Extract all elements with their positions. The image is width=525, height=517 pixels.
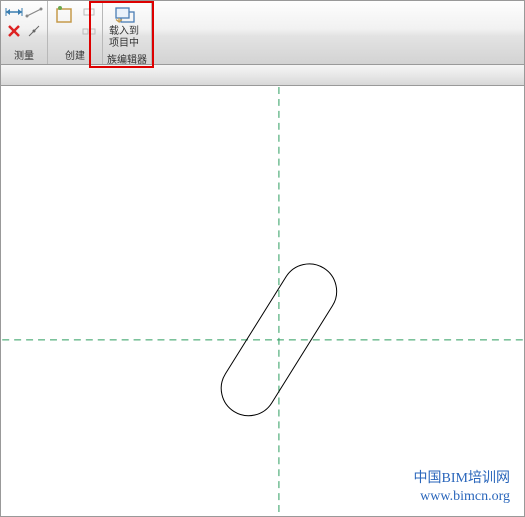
point-icon[interactable] bbox=[25, 22, 43, 40]
drawing-canvas[interactable] bbox=[2, 87, 523, 515]
load-project-icon bbox=[113, 5, 135, 25]
viewport-svg bbox=[2, 87, 523, 515]
separator-bar bbox=[1, 65, 524, 86]
delete-icon[interactable] bbox=[5, 22, 23, 40]
group-label-measure: 测量 bbox=[5, 47, 43, 64]
measure-line-icon[interactable] bbox=[25, 3, 43, 21]
ribbon-group-create: 创建 bbox=[48, 1, 103, 64]
create-button[interactable] bbox=[52, 3, 78, 27]
load-label-2: 项目中 bbox=[109, 38, 139, 49]
ribbon-toolbar: 测量 创建 bbox=[1, 1, 524, 65]
small-tool-1-icon[interactable] bbox=[80, 3, 98, 21]
group-label-family: 族编辑器 bbox=[107, 51, 147, 68]
create-icon bbox=[54, 5, 76, 25]
watermark: 中国BIM培训网 www.bimcn.org bbox=[414, 470, 510, 506]
load-into-project-button[interactable]: 载入到 项目中 bbox=[107, 3, 141, 51]
ribbon-group-measure: 测量 bbox=[1, 1, 48, 64]
group-label-create: 创建 bbox=[52, 47, 98, 64]
ribbon-group-family-editor: 载入到 项目中 族编辑器 bbox=[103, 1, 152, 64]
small-tool-2-icon[interactable] bbox=[80, 22, 98, 40]
watermark-line2: www.bimcn.org bbox=[414, 488, 510, 506]
watermark-line1: 中国BIM培训网 bbox=[414, 470, 510, 488]
dimension-icon[interactable] bbox=[5, 3, 23, 21]
load-label-1: 载入到 bbox=[109, 26, 139, 37]
